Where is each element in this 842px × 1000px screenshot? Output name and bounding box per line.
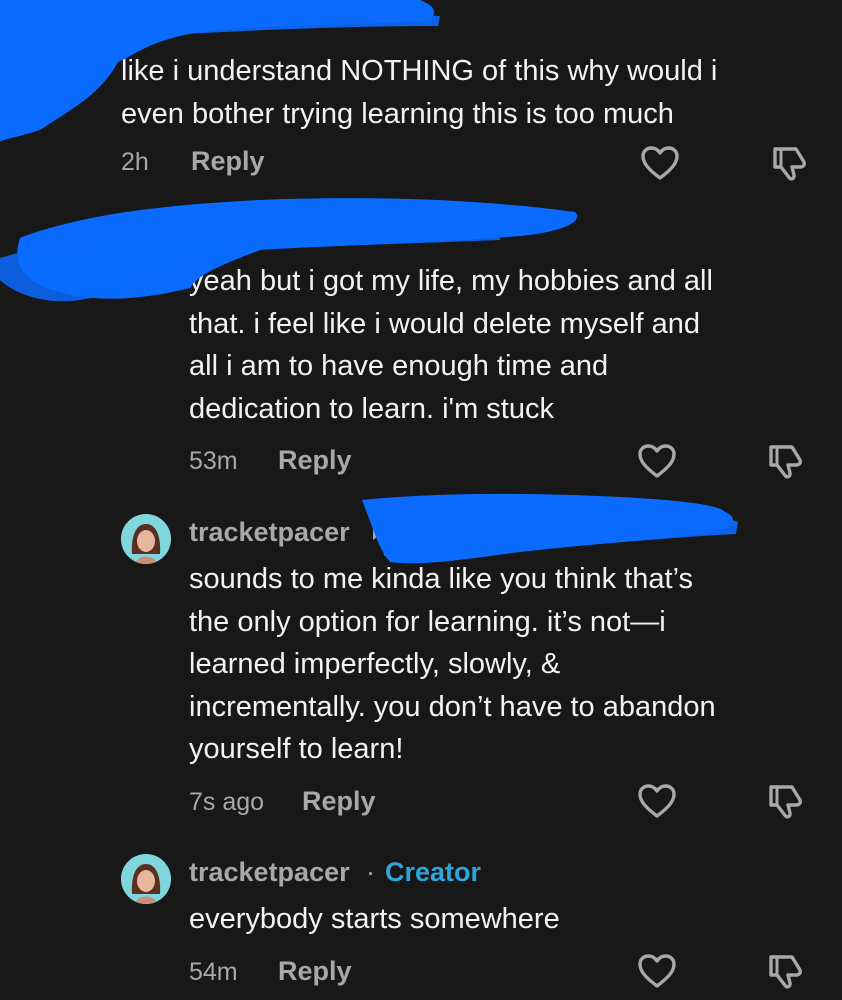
comment-timestamp: 54m <box>189 958 238 986</box>
comment-text: sounds to me kinda like you think that’s… <box>189 563 716 765</box>
heart-outline-icon[interactable] <box>634 778 680 824</box>
comment-text: like i understand NOTHING of this why wo… <box>121 55 718 130</box>
thumbs-down-icon[interactable] <box>766 140 812 186</box>
comment-username[interactable]: tracketpacer <box>189 857 350 888</box>
thumbs-down-icon[interactable] <box>762 778 808 824</box>
reply-arrow-icon <box>373 528 381 540</box>
creator-badge: Creator <box>385 857 482 887</box>
heart-outline-icon[interactable] <box>637 140 683 186</box>
comment-2: yeah but i got my life, my hobbies and a… <box>0 200 842 490</box>
comment-4: tracketpacer · Creator everybody starts … <box>0 840 842 1000</box>
thumbs-down-icon[interactable] <box>762 438 808 484</box>
separator-dot: · <box>366 857 375 887</box>
avatar[interactable] <box>121 854 171 904</box>
heart-outline-icon[interactable] <box>634 948 680 994</box>
comment-timestamp: 53m <box>189 447 238 475</box>
thumbs-down-icon[interactable] <box>762 948 808 994</box>
heart-outline-icon[interactable] <box>634 438 680 484</box>
comment-username[interactable]: tracketpacer <box>189 517 350 548</box>
comment-text: yeah but i got my life, my hobbies and a… <box>189 265 713 425</box>
reply-button[interactable]: Reply <box>278 445 352 476</box>
avatar[interactable] <box>121 514 171 564</box>
comment-timestamp: 7s ago <box>189 788 265 816</box>
comment-timestamp: 2h <box>121 148 149 176</box>
reply-button[interactable]: Reply <box>191 146 265 177</box>
comment-1: like i understand NOTHING of this why wo… <box>0 0 842 200</box>
reply-button[interactable]: Reply <box>302 786 376 817</box>
comment-text: everybody starts somewhere <box>189 903 560 935</box>
reply-button[interactable]: Reply <box>278 956 352 987</box>
comment-3: tracketpacer sounds to me kinda like you… <box>0 490 842 840</box>
